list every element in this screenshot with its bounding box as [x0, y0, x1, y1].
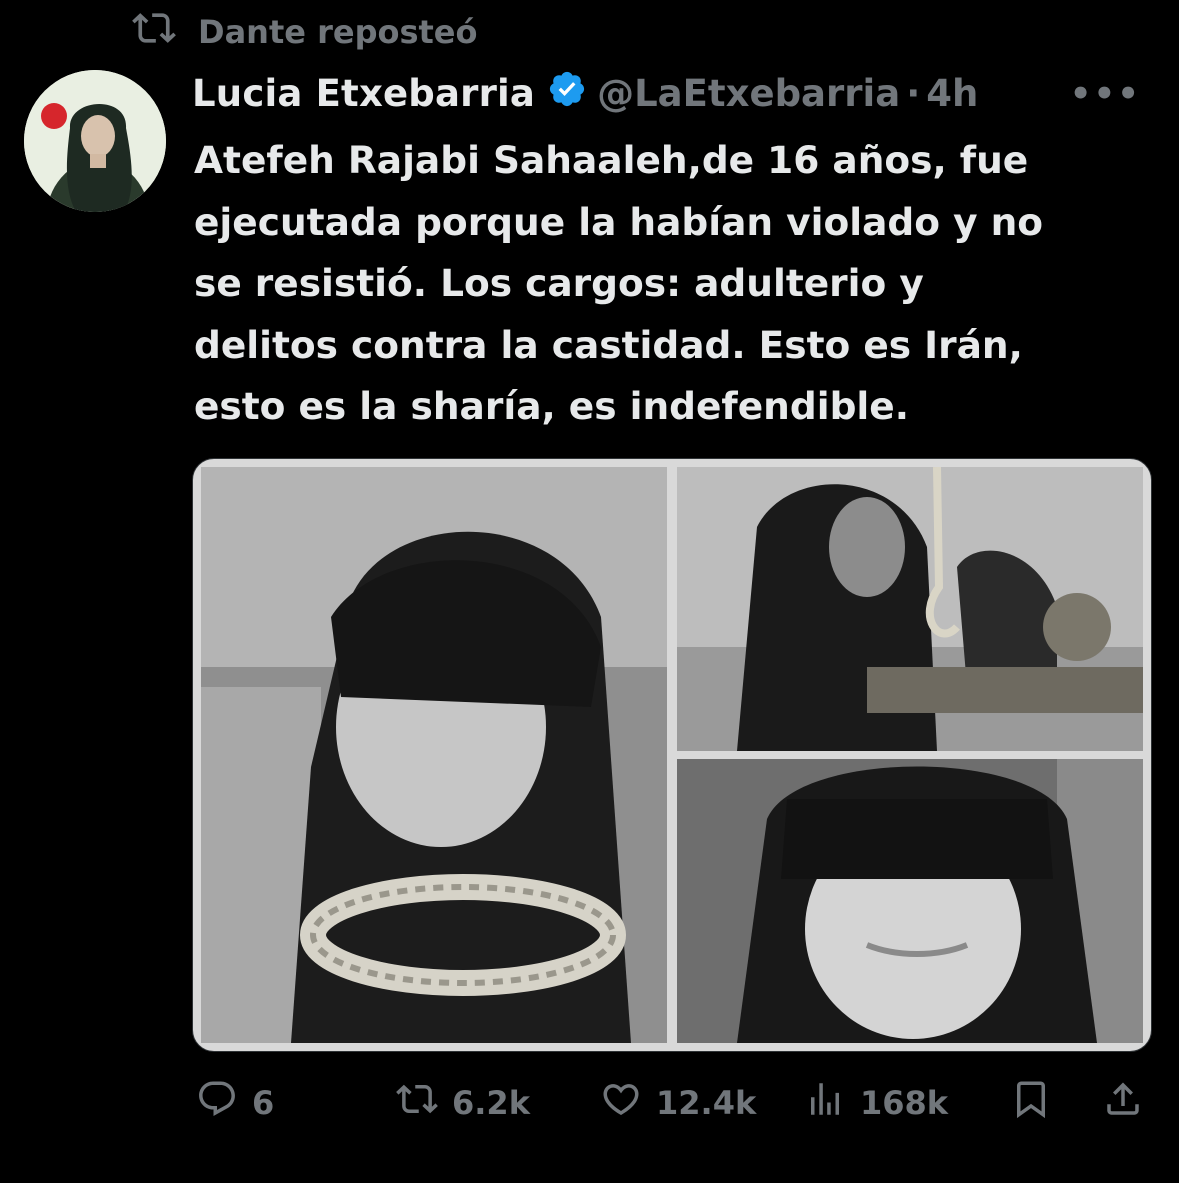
views-icon: [804, 1078, 846, 1128]
media-grid[interactable]: [192, 458, 1152, 1052]
heart-icon: [600, 1078, 642, 1128]
author-name[interactable]: Lucia Etxebarria: [192, 72, 535, 115]
repost-action-icon: [396, 1078, 438, 1128]
bookmark-icon: [1010, 1078, 1052, 1128]
tweet-actions: 6 6.2k 12.4k 168k: [192, 1078, 1152, 1134]
share-button[interactable]: [1102, 1078, 1144, 1128]
share-icon: [1102, 1078, 1144, 1128]
timestamp[interactable]: 4h: [926, 72, 978, 115]
repost-indicator[interactable]: Dante reposteó: [132, 6, 477, 58]
more-options-icon[interactable]: •••: [1070, 74, 1141, 114]
tweet-header: Lucia Etxebarria @LaEtxebarria · 4h •••: [192, 66, 1149, 120]
separator-dot: ·: [906, 71, 921, 115]
reply-count: 6: [252, 1084, 275, 1122]
views-button[interactable]: 168k: [804, 1078, 948, 1128]
avatar[interactable]: [24, 70, 166, 212]
like-button[interactable]: 12.4k: [600, 1078, 756, 1128]
repost-icon: [132, 6, 176, 58]
photo-blindfolded-face[interactable]: [677, 759, 1143, 1043]
photo-blindfolded-noose[interactable]: [201, 467, 667, 1043]
author-handle[interactable]: @LaEtxebarria: [597, 72, 900, 115]
reply-icon: [196, 1078, 238, 1128]
verified-badge-icon[interactable]: [535, 69, 597, 118]
repost-count: 6.2k: [452, 1084, 530, 1122]
like-count: 12.4k: [656, 1084, 757, 1122]
bookmark-button[interactable]: [1010, 1078, 1052, 1128]
repost-button[interactable]: 6.2k: [396, 1078, 530, 1128]
tweet-text: Atefeh Rajabi Sahaaleh,de 16 años, fue e…: [194, 138, 1044, 428]
repost-label: Dante reposteó: [198, 13, 478, 51]
reply-button[interactable]: 6: [196, 1078, 274, 1128]
photo-gallows[interactable]: [677, 467, 1143, 751]
views-count: 168k: [860, 1084, 949, 1122]
